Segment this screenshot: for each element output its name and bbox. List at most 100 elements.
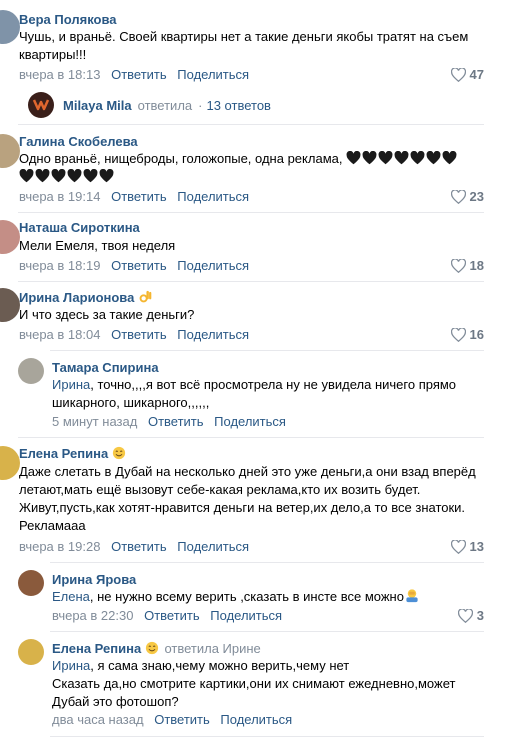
avatar[interactable]	[18, 570, 44, 596]
addressee-link[interactable]: Ирина	[52, 377, 90, 392]
like-button[interactable]: 23	[450, 189, 484, 205]
reply-button[interactable]: Ответить	[111, 327, 167, 342]
reply-text-line: Дубай это фотошоп?	[52, 694, 179, 709]
like-button[interactable]: 13	[450, 539, 484, 555]
reply-meta: два часа назад Ответить Поделиться	[52, 712, 292, 727]
avatar[interactable]	[0, 446, 20, 480]
share-button[interactable]: Поделиться	[177, 189, 249, 204]
divider	[18, 281, 484, 282]
like-count: 47	[469, 67, 484, 82]
like-button[interactable]: 3	[457, 608, 484, 624]
reply-button[interactable]: Ответить	[111, 539, 167, 554]
heart-icon	[450, 539, 466, 555]
summary-action: ответила	[137, 97, 193, 113]
avatar[interactable]	[0, 220, 20, 254]
comment-text: Даже слетать в Дубай на несколько дней э…	[19, 463, 494, 535]
heart-icon	[457, 608, 473, 624]
comment-text-line: Чушь, и враньё. Своей квартиры нет а так…	[19, 29, 469, 44]
avatar[interactable]	[18, 639, 44, 665]
comment-text-line: Одно враньё, нищеброды, голожопые, одна …	[19, 151, 343, 166]
summary-author[interactable]: Milaya Mila	[63, 98, 132, 113]
avatar[interactable]	[18, 358, 44, 384]
reply-button[interactable]: Ответить	[148, 414, 204, 429]
avatar[interactable]	[0, 10, 20, 44]
heart-icon	[450, 189, 466, 205]
like-button[interactable]: 16	[450, 327, 484, 343]
black-heart-icon	[410, 151, 426, 166]
reply-text-line: Ирина, я сама знаю,чему можно верить,чем…	[52, 657, 492, 675]
reply-text-body: , не нужно всему верить ,сказать в инсте…	[89, 589, 404, 604]
reply-time[interactable]: вчера в 22:30	[52, 608, 133, 623]
reply-button[interactable]: Ответить	[111, 189, 167, 204]
share-button[interactable]: Поделиться	[214, 414, 286, 429]
divider	[50, 350, 484, 351]
reply-button[interactable]: Ответить	[144, 608, 200, 623]
reply-meta: вчера в 22:30 Ответить Поделиться	[52, 608, 282, 623]
comment-author[interactable]: Елена Репина	[19, 446, 126, 463]
share-button[interactable]: Поделиться	[210, 608, 282, 623]
black-heart-icon	[51, 169, 67, 184]
comment-time[interactable]: вчера в 18:04	[19, 327, 100, 342]
comment-time[interactable]: вчера в 19:28	[19, 539, 100, 554]
reply-button[interactable]: Ответить	[111, 258, 167, 273]
reply-author[interactable]: Тамара Спирина	[52, 360, 159, 375]
reply-time[interactable]: 5 минут назад	[52, 414, 137, 429]
replies-summary[interactable]: Milaya Mila ответила · 13 ответов	[28, 92, 271, 118]
summary-count[interactable]: 13 ответов	[206, 98, 270, 113]
avatar[interactable]	[28, 92, 54, 118]
comment-text-line: И что здесь за такие деньги?	[19, 307, 195, 322]
reply-button[interactable]: Ответить	[154, 712, 210, 727]
share-button[interactable]: Поделиться	[177, 539, 249, 554]
like-button[interactable]: 47	[450, 67, 484, 83]
summary-separator: ·	[198, 97, 203, 113]
black-heart-icon	[426, 151, 442, 166]
share-button[interactable]: Поделиться	[220, 712, 292, 727]
comment-text-line: квартиры!!!	[19, 47, 87, 62]
comment-time[interactable]: вчера в 18:13	[19, 67, 100, 82]
heart-icon	[450, 67, 466, 83]
reply-text-line: Ирина, точно,,,,я вот всё просмотрела ну…	[52, 376, 492, 394]
addressee-link[interactable]: Елена	[52, 589, 90, 604]
comment-author[interactable]: Вера Полякова	[19, 12, 117, 27]
black-heart-icon	[394, 151, 410, 166]
avatar[interactable]	[0, 134, 20, 168]
reply-author[interactable]: Елена Репина ответила Ирине	[52, 641, 261, 658]
reply-button[interactable]: Ответить	[111, 67, 167, 82]
author-name[interactable]: Елена Репина	[52, 641, 141, 656]
black-heart-icon	[346, 151, 362, 166]
author-name[interactable]: Елена Репина	[19, 446, 108, 461]
comment-text-line: Живут,пусть,как хотят-нравится деньги на…	[19, 500, 466, 515]
avatar[interactable]	[0, 288, 20, 322]
divider	[18, 212, 484, 213]
comment-text-line: летают,мать ещё вызовут себе-какая рекла…	[19, 482, 421, 497]
like-button[interactable]: 18	[450, 258, 484, 274]
comment-text: Одно враньё, нищеброды, голожопые, одна …	[19, 150, 489, 186]
smiling-face-icon	[112, 446, 126, 463]
comment-author[interactable]: Ирина Ларионова	[19, 289, 153, 307]
comment-author[interactable]: Галина Скобелева	[19, 134, 138, 149]
like-count: 23	[469, 189, 484, 204]
reply-text: Ирина, я сама знаю,чему можно верить,чем…	[52, 657, 492, 711]
black-heart-icon	[378, 151, 394, 166]
share-button[interactable]: Поделиться	[177, 258, 249, 273]
addressee-link[interactable]: Ирина	[52, 658, 90, 673]
comment-time[interactable]: вчера в 18:19	[19, 258, 100, 273]
black-heart-icon	[35, 169, 51, 184]
divider	[50, 736, 484, 737]
divider	[50, 562, 484, 563]
share-button[interactable]: Поделиться	[177, 67, 249, 82]
divider	[18, 124, 484, 125]
comment-meta: вчера в 18:19 Ответить Поделиться	[19, 258, 249, 273]
divider	[18, 437, 484, 438]
reply-text-line: Сказать да,но смотрите картики,они их сн…	[52, 676, 456, 691]
heart-icon	[450, 258, 466, 274]
reply-author[interactable]: Ирина Ярова	[52, 572, 136, 587]
comment-time[interactable]: вчера в 19:14	[19, 189, 100, 204]
reply-time[interactable]: два часа назад	[52, 712, 144, 727]
comment-author[interactable]: Наташа Сироткина	[19, 220, 140, 235]
like-count: 16	[469, 327, 484, 342]
comment-meta: вчера в 19:28 Ответить Поделиться	[19, 539, 249, 554]
black-heart-icon	[67, 169, 83, 184]
share-button[interactable]: Поделиться	[177, 327, 249, 342]
author-name[interactable]: Ирина Ларионова	[19, 290, 134, 305]
